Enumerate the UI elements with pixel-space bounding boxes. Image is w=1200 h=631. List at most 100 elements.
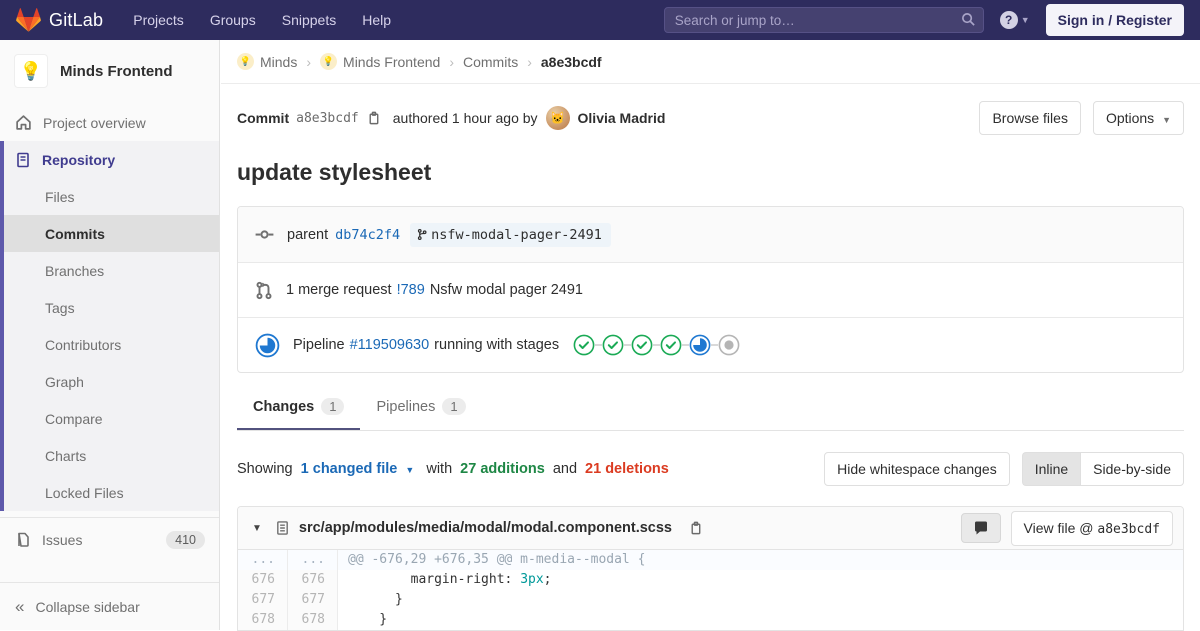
diff-code: }	[338, 590, 1183, 610]
with-label: with	[426, 461, 452, 477]
commit-title: update stylesheet	[237, 159, 1184, 186]
breadcrumb-label: Commits	[463, 54, 518, 70]
nav-item-snippets[interactable]: Snippets	[282, 12, 336, 28]
nav-item-help[interactable]: Help	[362, 12, 391, 28]
collapse-icon: «	[15, 597, 24, 617]
old-line-number[interactable]: ...	[238, 550, 288, 570]
tab-count-badge: 1	[442, 398, 465, 415]
sidebar-item-issues[interactable]: Issues 410	[0, 517, 219, 561]
pipeline-stage-success-icon[interactable]	[573, 334, 595, 356]
stage-connector	[653, 344, 660, 346]
tab-label: Changes	[253, 399, 314, 415]
hide-whitespace-button[interactable]: Hide whitespace changes	[824, 452, 1010, 486]
toggle-comments-button[interactable]	[961, 513, 1001, 543]
tab-changes[interactable]: Changes 1	[237, 383, 360, 430]
additions-count: 27 additions	[460, 461, 545, 477]
old-line-number[interactable]: 676	[238, 570, 288, 590]
inline-view-button[interactable]: Inline	[1022, 452, 1080, 486]
changes-summary-text: Showing 1 changed file ▼ with 27 additio…	[237, 461, 673, 477]
sidebar-item-contributors[interactable]: Contributors	[4, 326, 219, 363]
new-line-number[interactable]: 678	[288, 610, 338, 630]
help-icon: ?	[1000, 11, 1018, 29]
pipeline-stage-running-icon[interactable]	[689, 334, 711, 356]
old-line-number[interactable]: 677	[238, 590, 288, 610]
collapse-diff-icon[interactable]: ▼	[248, 523, 266, 534]
document-icon	[15, 152, 31, 168]
gitlab-logo[interactable]: GitLab	[16, 8, 103, 33]
search-icon[interactable]	[961, 12, 976, 30]
nav-item-projects[interactable]: Projects	[133, 12, 184, 28]
new-line-number[interactable]: 676	[288, 570, 338, 590]
breadcrumb-item-minds-frontend[interactable]: 💡Minds Frontend	[320, 53, 440, 70]
breadcrumb-item-minds[interactable]: 💡Minds	[237, 53, 297, 70]
commit-info-box: parent db74c2f4 nsfw-modal-pager-2491	[237, 206, 1184, 373]
view-mode-toggle: Inline Side-by-side	[1022, 452, 1184, 486]
project-header[interactable]: 💡 Minds Frontend	[0, 40, 219, 104]
breadcrumb-label: Minds Frontend	[343, 54, 440, 70]
merge-request-title: Nsfw modal pager 2491	[430, 282, 583, 298]
side-by-side-view-button[interactable]: Side-by-side	[1080, 452, 1184, 486]
pipeline-stage-success-icon[interactable]	[660, 334, 682, 356]
authored-text: authored 1 hour ago by	[393, 110, 538, 126]
pipeline-row: Pipeline #119509630 running with stages	[238, 317, 1183, 372]
file-path[interactable]: src/app/modules/media/modal/modal.compon…	[299, 520, 672, 536]
gitlab-tanuki-icon	[16, 8, 41, 33]
breadcrumb-item-commits[interactable]: Commits	[463, 54, 518, 70]
collapse-label: Collapse sidebar	[35, 599, 139, 615]
sidebar-item-commits[interactable]: Commits	[4, 215, 219, 252]
repository-section: Repository FilesCommitsBranchesTagsContr…	[0, 141, 219, 511]
stage-connector	[711, 344, 718, 346]
sidebar-item-tags[interactable]: Tags	[4, 289, 219, 326]
branch-chip[interactable]: nsfw-modal-pager-2491	[410, 223, 611, 247]
sign-in-button[interactable]: Sign in / Register	[1046, 4, 1184, 36]
sidebar-item-charts[interactable]: Charts	[4, 437, 219, 474]
search-input[interactable]	[664, 7, 984, 33]
author-avatar[interactable]: 🐱	[546, 106, 570, 130]
breadcrumb-item-a8e3bcdf[interactable]: a8e3bcdf	[541, 54, 602, 70]
brand-name: GitLab	[49, 10, 103, 31]
tab-pipelines[interactable]: Pipelines 1	[360, 383, 481, 430]
tab-count-badge: 1	[321, 398, 344, 415]
commit-label: Commit	[237, 110, 289, 126]
old-line-number[interactable]: 678	[238, 610, 288, 630]
changed-files-dropdown[interactable]: 1 changed file ▼	[301, 461, 419, 477]
help-menu[interactable]: ? ▼	[1000, 11, 1030, 29]
showing-label: Showing	[237, 461, 293, 477]
sidebar-item-files[interactable]: Files	[4, 178, 219, 215]
sidebar: 💡 Minds Frontend Project overview Reposi…	[0, 40, 220, 630]
tabs: Changes 1 Pipelines 1	[237, 383, 1184, 431]
merge-request-count: 1 merge request	[286, 282, 392, 298]
new-line-number[interactable]: ...	[288, 550, 338, 570]
sidebar-item-project-overview[interactable]: Project overview	[0, 104, 219, 141]
options-button[interactable]: Options ▼	[1093, 101, 1184, 135]
browse-files-button[interactable]: Browse files	[979, 101, 1080, 135]
breadcrumb-label: a8e3bcdf	[541, 54, 602, 70]
pipeline-link[interactable]: #119509630	[350, 337, 430, 353]
collapse-sidebar-button[interactable]: « Collapse sidebar	[0, 582, 219, 630]
pipeline-stage-success-icon[interactable]	[631, 334, 653, 356]
tab-label: Pipelines	[376, 399, 435, 415]
breadcrumb-label: Minds	[260, 54, 297, 70]
nav-item-groups[interactable]: Groups	[210, 12, 256, 28]
sidebar-item-compare[interactable]: Compare	[4, 400, 219, 437]
copy-sha-icon[interactable]	[366, 110, 381, 126]
commit-icon	[255, 225, 274, 244]
pipeline-stage-created-icon[interactable]	[718, 334, 740, 356]
comment-icon	[973, 520, 989, 536]
top-navbar: GitLab Projects Groups Snippets Help ? ▼ Si…	[0, 0, 1200, 40]
pipeline-label: Pipeline	[293, 337, 345, 353]
copy-path-icon[interactable]	[688, 520, 703, 536]
merge-request-link[interactable]: !789	[397, 282, 425, 298]
commit-sha: a8e3bcdf	[296, 111, 359, 126]
pipeline-stage-success-icon[interactable]	[602, 334, 624, 356]
view-file-button[interactable]: View file @ a8e3bcdf	[1011, 511, 1174, 546]
issues-icon	[15, 532, 31, 548]
sidebar-item-graph[interactable]: Graph	[4, 363, 219, 400]
sidebar-item-repository[interactable]: Repository	[4, 141, 219, 178]
author-name[interactable]: Olivia Madrid	[578, 110, 666, 126]
breadcrumb-separator: ›	[527, 54, 532, 70]
new-line-number[interactable]: 677	[288, 590, 338, 610]
parent-sha-link[interactable]: db74c2f4	[335, 227, 400, 243]
sidebar-item-branches[interactable]: Branches	[4, 252, 219, 289]
sidebar-item-locked-files[interactable]: Locked Files	[4, 474, 219, 511]
